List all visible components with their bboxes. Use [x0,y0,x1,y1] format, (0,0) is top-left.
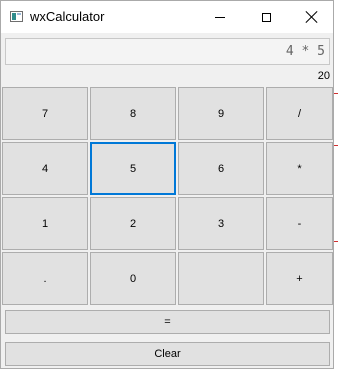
maximize-icon [261,12,271,22]
key-multiply[interactable]: * [266,142,333,195]
title-bar[interactable]: wxCalculator [1,1,333,33]
key-0[interactable]: 0 [90,252,176,305]
key-8[interactable]: 8 [90,87,176,140]
close-icon [306,11,318,23]
maximize-button[interactable] [243,1,289,33]
key-4[interactable]: 4 [2,142,88,195]
background-edge-mark [334,145,338,146]
key-2[interactable]: 2 [90,197,176,250]
equals-button[interactable]: = [5,310,330,334]
minimize-button[interactable] [197,1,243,33]
key-decimal[interactable]: . [2,252,88,305]
close-button[interactable] [289,1,335,33]
expression-display[interactable]: 4 * 5 [5,38,330,65]
key-5[interactable]: 5 [90,142,176,195]
calculator-window: wxCalculator 4 * 5 20 7 8 9 / 4 5 6 * 1 … [0,0,334,369]
background-edge-mark [334,241,338,242]
key-1[interactable]: 1 [2,197,88,250]
key-7[interactable]: 7 [2,87,88,140]
key-blank[interactable] [178,252,264,305]
key-subtract[interactable]: - [266,197,333,250]
minimize-icon [215,16,225,18]
clear-button[interactable]: Clear [5,342,330,366]
result-value: 20 [317,70,330,82]
background-edge-mark [334,93,338,94]
key-3[interactable]: 3 [178,197,264,250]
key-9[interactable]: 9 [178,87,264,140]
key-add[interactable]: + [266,252,333,305]
app-icon [10,11,23,22]
window-title: wxCalculator [30,9,105,24]
key-6[interactable]: 6 [178,142,264,195]
key-divide[interactable]: / [266,87,333,140]
